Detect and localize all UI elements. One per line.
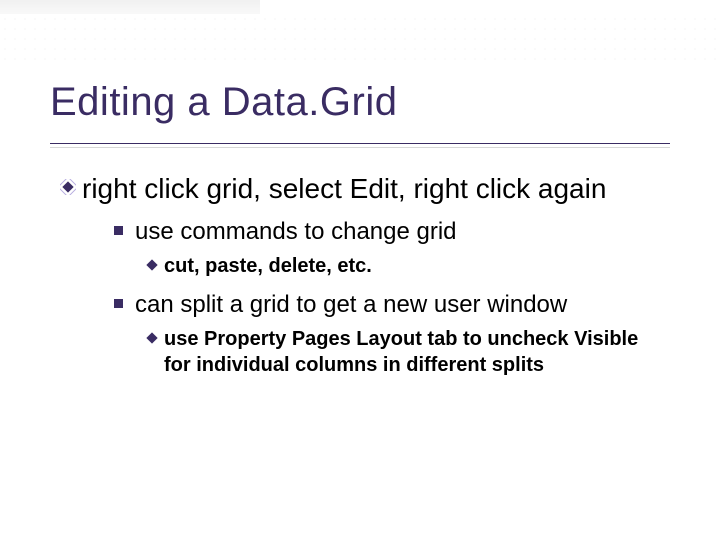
bullet-list-level-2: use commands to change grid cut, paste, … [114,216,670,378]
top-decoration-bar [0,0,260,14]
list-item: cut, paste, delete, etc. [148,253,670,279]
bullet-text: cut, paste, delete, etc. [164,253,372,279]
list-item: use commands to change grid [114,216,670,247]
title-divider [50,143,670,151]
bullet-text: can split a grid to get a new user windo… [135,289,567,320]
list-item: use Property Pages Layout tab to uncheck… [148,326,670,378]
square-bullet-icon [114,299,123,308]
bullet-list-level-3: cut, paste, delete, etc. [148,253,670,279]
bullet-text: right click grid, select Edit, right cli… [82,171,606,206]
bullet-list-level-1: right click grid, select Edit, right cli… [60,171,670,378]
diamond-bullet-icon [60,179,76,195]
list-item: right click grid, select Edit, right cli… [60,171,670,206]
square-bullet-icon [114,226,123,235]
slide: Editing a Data.Grid right click grid, se… [0,0,720,540]
list-item: can split a grid to get a new user windo… [114,289,670,320]
dot-grid-decoration [0,14,720,64]
mini-diamond-bullet-icon [146,260,157,271]
bullet-text: use Property Pages Layout tab to uncheck… [164,326,644,378]
mini-diamond-bullet-icon [146,333,157,344]
bullet-list-level-3: use Property Pages Layout tab to uncheck… [148,326,670,378]
slide-title: Editing a Data.Grid [50,80,670,125]
bullet-text: use commands to change grid [135,216,457,247]
